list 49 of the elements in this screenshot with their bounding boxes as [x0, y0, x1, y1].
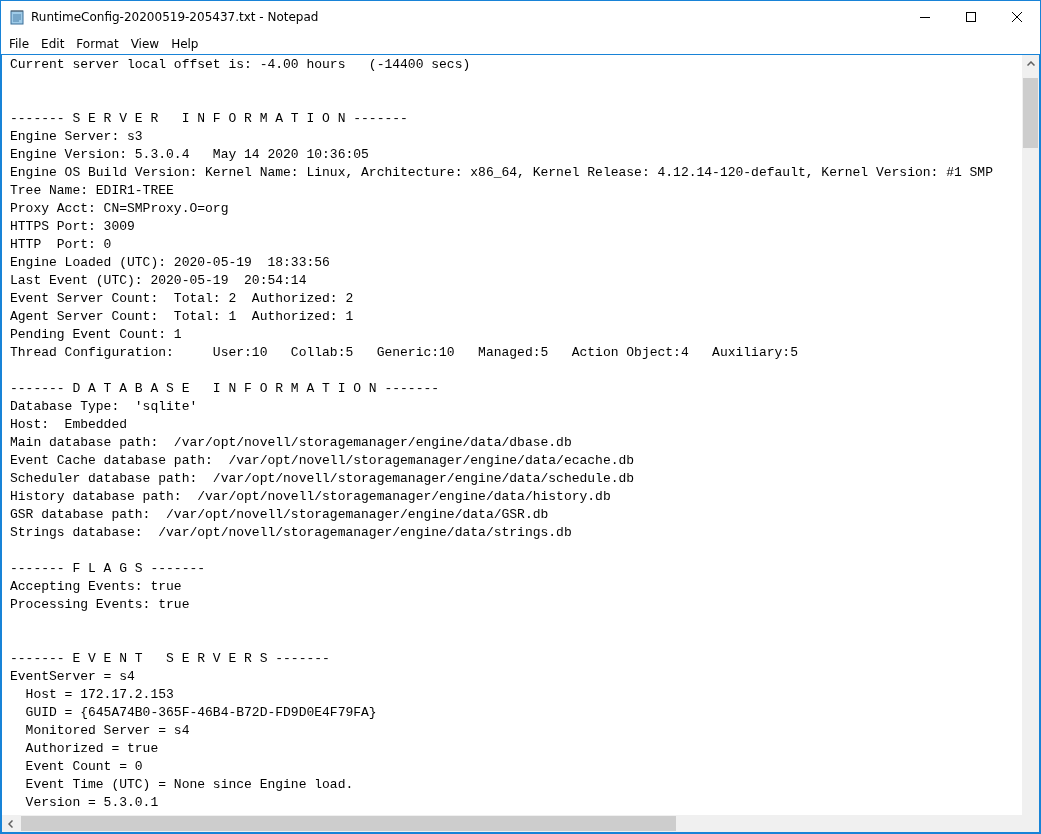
- text-line: Version = 5.3.0.1: [24, 794, 160, 812]
- text-line: Processing Events: true: [10, 596, 191, 614]
- text-line: Proxy Acct: CN=SMProxy.O=org: [10, 200, 230, 218]
- scroll-thumb[interactable]: [1023, 78, 1038, 148]
- text-line: Last Event (UTC): 2020-05-19 20:54:14: [10, 272, 308, 290]
- close-icon: [1012, 12, 1022, 22]
- text-line: Engine Server: s3: [10, 128, 144, 146]
- text-line: Authorized = true: [24, 740, 160, 758]
- text-line: ------- E V E N T S E R V E R S -------: [10, 650, 331, 668]
- text-line: Event Time (UTC) = None since Engine load.: [24, 776, 355, 794]
- horizontal-scrollbar[interactable]: [2, 815, 1022, 832]
- text-line: Engine OS Build Version: Kernel Name: Linux, Architecture: x86_64, Kernel Release: 4.12.14-120-default, Kernel Version: #1 SMP: [10, 164, 994, 182]
- text-line: Engine Loaded (UTC): 2020-05-19 18:33:56: [10, 254, 331, 272]
- text-line: Thread Configuration: User:10 Collab:5 Generic:10 Managed:5 Action Object:4 Auxiliary:5: [10, 344, 799, 362]
- text-line: ------- S E R V E R I N F O R M A T I O N -------: [10, 110, 409, 128]
- text-line: ------- F L A G S -------: [10, 560, 207, 578]
- text-line: Current server local offset is: -4.00 hours (-14400 secs): [10, 56, 472, 74]
- text-line: HTTPS Port: 3009: [10, 218, 136, 236]
- menu-item[interactable]: Format: [70, 36, 125, 51]
- text-line: GSR database path: /var/opt/novell/storagemanager/engine/data/GSR.db: [10, 506, 550, 524]
- text-line: Pending Event Count: 1: [10, 326, 183, 344]
- text-line: Strings database: /var/opt/novell/storagemanager/engine/data/strings.db: [10, 524, 573, 542]
- notepad-icon: [9, 9, 25, 25]
- scroll-thumb[interactable]: [21, 816, 676, 831]
- text-line: EventServer = s4: [10, 668, 136, 686]
- menu-item[interactable]: View: [124, 36, 166, 51]
- window-title: RuntimeConfig-20200519-205437.txt - Notepad: [31, 10, 320, 24]
- text-line: Database Type: 'sqlite': [10, 398, 199, 416]
- text-line: Event Cache database path: /var/opt/novell/storagemanager/engine/data/ecache.db: [10, 452, 636, 470]
- text-line: ------- D A T A B A S E I N F O R M A T I O N -------: [10, 380, 441, 398]
- text-line: Event Server Count: Total: 2 Authorized: 2: [10, 290, 355, 308]
- text-line: Host: Embedded: [10, 416, 129, 434]
- text-line: Accepting Events: true: [10, 578, 183, 596]
- text-line: History database path: /var/opt/novell/storagemanager/engine/data/history.db: [10, 488, 612, 506]
- vertical-scrollbar[interactable]: [1022, 55, 1039, 815]
- maximize-icon: [966, 12, 976, 22]
- text-line: Host = 172.17.2.153: [24, 686, 175, 704]
- menu-item[interactable]: File: [3, 36, 36, 51]
- text-line: Event Count = 0: [24, 758, 144, 776]
- text-line: GUID = {645A74B0-365F-46B4-B72D-FD9D0E4F79FA}: [24, 704, 378, 722]
- text-line: HTTP Port: 0: [10, 236, 113, 254]
- text-line: Tree Name: EDIR1-TREE: [10, 182, 175, 200]
- text-line: Engine Version: 5.3.0.4 May 14 2020 10:36:05: [10, 146, 370, 164]
- menu-item[interactable]: Edit: [35, 36, 71, 51]
- menu-item[interactable]: Help: [165, 36, 205, 51]
- text-line: Main database path: /var/opt/novell/storagemanager/engine/data/dbase.db: [10, 434, 573, 452]
- text-line: Monitored Server = s4: [24, 722, 191, 740]
- text-line: Agent Server Count: Total: 1 Authorized: 1: [10, 308, 355, 326]
- text-line: Scheduler database path: /var/opt/novell/storagemanager/engine/data/schedule.db: [10, 470, 636, 488]
